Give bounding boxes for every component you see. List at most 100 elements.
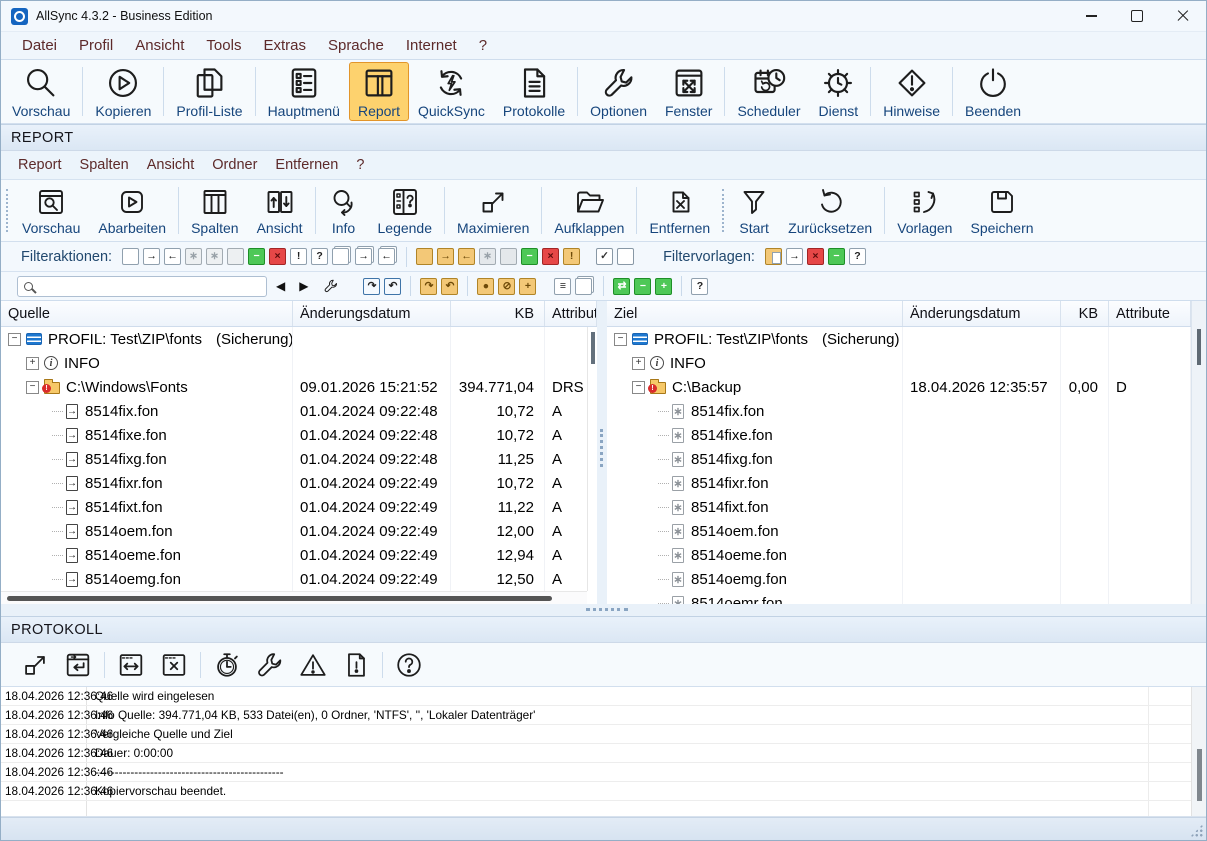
pages-sync-green-icon[interactable]: ⇄ (613, 278, 630, 295)
files-pair-icon[interactable] (332, 248, 349, 265)
folder-warning-icon[interactable]: ! (563, 248, 580, 265)
column-header-kb[interactable]: KB (1061, 301, 1109, 326)
column-header-quelle[interactable]: Quelle (1, 301, 293, 326)
template-delete-icon[interactable]: × (807, 248, 824, 265)
close-button[interactable] (1160, 1, 1206, 31)
files-pair-right-icon[interactable]: → (355, 248, 372, 265)
tree-row[interactable]: →8514oem.fon01.04.2024 09:22:4912,00A (1, 519, 597, 543)
tree-row[interactable]: +iINFO (1, 351, 597, 375)
toolbar-button-vorschau[interactable]: Vorschau (3, 62, 79, 121)
folder-minus-green-icon[interactable]: − (634, 278, 651, 295)
file-unknown-icon[interactable]: ? (311, 248, 328, 265)
toolbar-button-info[interactable]: Info (319, 182, 369, 239)
toolbar-button-fenster[interactable]: Fenster (656, 62, 721, 121)
file-copy-right-icon[interactable]: → (143, 248, 160, 265)
toolbar-button-hinweise[interactable]: Hinweise (874, 62, 949, 121)
tree-row[interactable]: −PROFIL: Test\ZIP\fonts(Sicherung) (1, 327, 597, 351)
toolbar-button-dienst[interactable]: Dienst (810, 62, 868, 121)
file-disabled-right-icon[interactable]: ∗ (185, 248, 202, 265)
tree-row[interactable]: ∗8514oemr.fon (607, 591, 1191, 604)
tree-row[interactable]: ∗8514oeme.fon (607, 543, 1191, 567)
tree-row[interactable]: →8514oeme.fon01.04.2024 09:22:4912,94A (1, 543, 597, 567)
toolbar-button-speichern[interactable]: Speichern (961, 182, 1042, 239)
source-vscroll-thumb[interactable] (591, 332, 595, 364)
template-copy-right-icon[interactable]: → (786, 248, 803, 265)
menu-item-[interactable]: ? (347, 157, 373, 173)
tree-row[interactable]: −!C:\Backup18.04.2026 12:35:570,00D (607, 375, 1191, 399)
tree-row[interactable]: ∗8514fixr.fon (607, 471, 1191, 495)
toolbar-button-beenden[interactable]: Beenden (956, 62, 1030, 121)
folder-exclude-icon[interactable]: − (521, 248, 538, 265)
target-vscroll-thumb[interactable] (1197, 329, 1201, 365)
file-skip-icon[interactable] (227, 248, 244, 265)
toolbar-grip-icon[interactable] (6, 189, 8, 232)
toolbar-button-kopieren[interactable]: Kopieren (86, 62, 160, 121)
help-button[interactable] (388, 646, 430, 684)
column-header-attribute[interactable]: Attribute (545, 301, 597, 326)
expand-toggle[interactable]: + (26, 357, 39, 370)
folder-mark-icon[interactable]: ● (477, 278, 494, 295)
toolbar-button-maximieren[interactable]: Maximieren (448, 182, 538, 239)
undo-folder-icon[interactable]: ↶ (441, 278, 458, 295)
back-arrow-icon[interactable]: ◀ (271, 279, 290, 293)
toolbar-button-entfernen[interactable]: Entfernen (640, 182, 719, 239)
warnings-button[interactable] (292, 646, 334, 684)
toolbar-button-zur-cksetzen[interactable]: Zurücksetzen (779, 182, 881, 239)
pages-copy-green-icon[interactable]: + (655, 278, 672, 295)
toolbar-button-legende[interactable]: Legende (369, 182, 442, 239)
log-vscroll-thumb[interactable] (1197, 749, 1202, 801)
tree-row[interactable]: ∗8514oem.fon (607, 519, 1191, 543)
menu-item-profil[interactable]: Profil (68, 37, 124, 54)
toolbar-button-profil-liste[interactable]: Profil-Liste (167, 62, 251, 121)
expand-toggle[interactable]: + (632, 357, 645, 370)
toolbar-button-report[interactable]: Report (349, 62, 409, 121)
tree-row[interactable]: ∗8514oemg.fon (607, 567, 1191, 591)
toolbar-button-spalten[interactable]: Spalten (182, 182, 247, 239)
source-hscroll-thumb[interactable] (7, 596, 552, 601)
tree-row[interactable]: →8514fixg.fon01.04.2024 09:22:4811,25A (1, 447, 597, 471)
maximize-button[interactable] (14, 646, 56, 684)
redo-folder-icon[interactable]: ↷ (420, 278, 437, 295)
folder-copy-right-icon[interactable]: → (437, 248, 454, 265)
column-header-nderungsdatum[interactable]: Änderungsdatum (293, 301, 451, 326)
files-pair-left-icon[interactable]: ← (378, 248, 395, 265)
menu-item-entfernen[interactable]: Entfernen (266, 157, 347, 173)
menu-item-ansicht[interactable]: Ansicht (138, 157, 204, 173)
folder-skip-icon[interactable] (500, 248, 517, 265)
toolbar-button-ansicht[interactable]: Ansicht (248, 182, 312, 239)
help-page-icon[interactable]: ? (691, 278, 708, 295)
folder-blank-icon[interactable] (416, 248, 433, 265)
collapse-toggle[interactable]: − (8, 333, 21, 346)
column-header-kb[interactable]: KB (451, 301, 545, 326)
menu-item-report[interactable]: Report (9, 157, 71, 173)
page-list-icon[interactable]: ≡ (554, 278, 571, 295)
search-input[interactable] (37, 279, 266, 294)
folder-copy-left-icon[interactable]: ← (458, 248, 475, 265)
menu-item-internet[interactable]: Internet (395, 37, 468, 54)
tree-row[interactable]: ∗8514fixe.fon (607, 423, 1191, 447)
tree-row[interactable]: ∗8514fix.fon (607, 399, 1191, 423)
horizontal-splitter[interactable] (1, 604, 1206, 616)
file-delete-icon[interactable]: × (269, 248, 286, 265)
tree-row[interactable]: +iINFO (607, 351, 1191, 375)
checkbox-checked-icon[interactable]: ✓ (596, 248, 613, 265)
maximize-button[interactable] (1114, 1, 1160, 31)
menu-item-ansicht[interactable]: Ansicht (124, 37, 195, 54)
template-help-icon[interactable]: ? (849, 248, 866, 265)
settings-button[interactable] (249, 646, 291, 684)
tree-row[interactable]: −!C:\Windows\Fonts09.01.2026 15:21:52394… (1, 375, 597, 399)
toolbar-button-vorschau[interactable]: Vorschau (13, 182, 89, 239)
folder-block-icon[interactable]: ⊘ (498, 278, 515, 295)
forward-arrow-icon[interactable]: ▶ (294, 279, 313, 293)
toolbar-button-abarbeiten[interactable]: Abarbeiten (89, 182, 175, 239)
tree-row[interactable]: →8514fixr.fon01.04.2024 09:22:4910,72A (1, 471, 597, 495)
folder-disabled-icon[interactable]: ∗ (479, 248, 496, 265)
collapse-toggle[interactable]: − (614, 333, 627, 346)
template-exclude-icon[interactable]: − (828, 248, 845, 265)
window-close-button[interactable] (153, 646, 195, 684)
checkbox-unchecked-icon[interactable] (617, 248, 634, 265)
window-return-button[interactable] (57, 646, 99, 684)
file-blank-icon[interactable] (122, 248, 139, 265)
menu-item-extras[interactable]: Extras (252, 37, 317, 54)
menu-item-tools[interactable]: Tools (195, 37, 252, 54)
